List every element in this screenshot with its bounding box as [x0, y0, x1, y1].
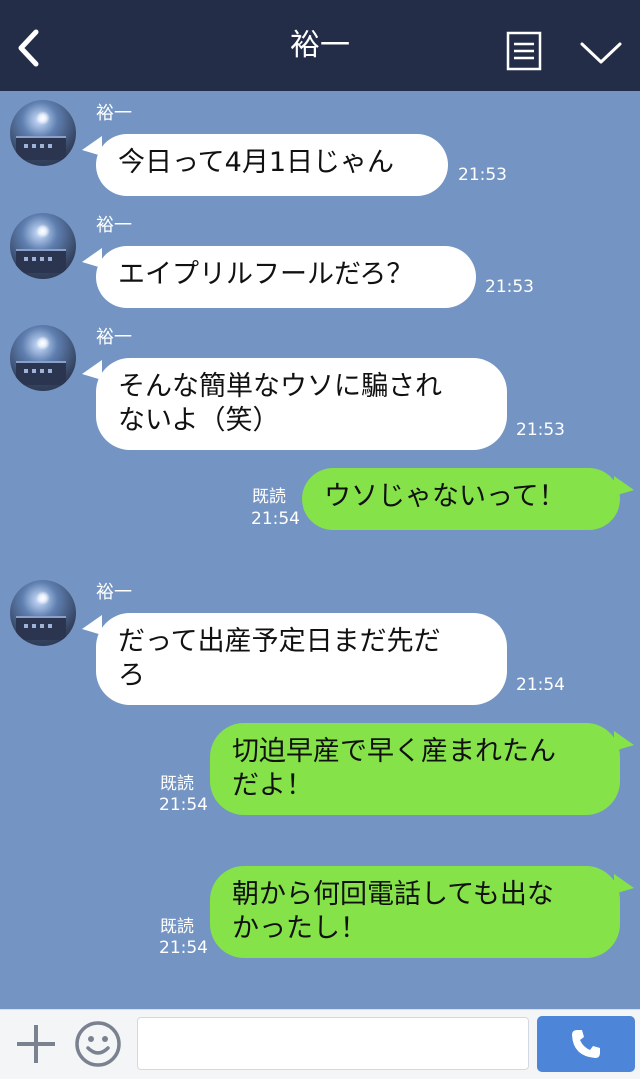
message-line: エイプリルフールだろ？	[118, 259, 414, 290]
phone-icon	[572, 1030, 600, 1058]
message-line: 朝から何回電話しても出な	[232, 879, 554, 910]
message-line: かったし！	[232, 913, 367, 944]
sender-name: 裕一	[96, 327, 132, 348]
message-time: 21:54	[516, 675, 565, 695]
message-time: 21:54	[251, 509, 300, 529]
message-line: だよ！	[232, 770, 313, 801]
outgoing-message-bubble[interactable]: ウソじゃないって！	[302, 468, 620, 530]
message-input[interactable]	[137, 1017, 529, 1070]
call-button[interactable]	[537, 1016, 635, 1072]
menu-button[interactable]	[506, 31, 542, 71]
sender-name: 裕一	[96, 103, 132, 124]
avatar[interactable]	[10, 213, 76, 279]
message-line: だって出産予定日まだ先だ	[118, 626, 441, 657]
message-time: 21:53	[458, 165, 507, 185]
message-time: 21:53	[516, 420, 565, 440]
message-line: ないよ（笑）	[118, 405, 280, 436]
outgoing-message-bubble[interactable]: 朝から何回電話しても出な かったし！	[210, 866, 620, 958]
chat-title: 裕一	[290, 28, 350, 63]
incoming-message-bubble[interactable]: 今日って4月1日じゃん	[96, 134, 448, 196]
avatar[interactable]	[10, 100, 76, 166]
chat-header: 裕一	[0, 0, 640, 91]
menu-list-icon	[506, 31, 542, 71]
incoming-message-bubble[interactable]: だって出産予定日まだ先だ ろ	[96, 613, 507, 705]
read-receipt: 既読	[252, 487, 286, 507]
read-receipt: 既読	[160, 917, 194, 937]
avatar[interactable]	[10, 325, 76, 391]
message-time: 21:53	[485, 277, 534, 297]
sender-name: 裕一	[96, 582, 132, 603]
message-line: ウソじゃないって！	[324, 481, 566, 512]
message-composer	[0, 1009, 640, 1079]
message-line: 切迫早産で早く産まれたん	[232, 736, 556, 767]
plus-icon	[17, 1025, 55, 1063]
collapse-button[interactable]	[578, 36, 624, 68]
message-time: 21:54	[159, 938, 208, 958]
emoji-button[interactable]	[74, 1020, 122, 1068]
bubble-tail	[614, 874, 634, 894]
read-receipt: 既読	[160, 774, 194, 794]
message-line: そんな簡単なウソに騙され	[118, 371, 442, 402]
incoming-message-bubble[interactable]: エイプリルフールだろ？	[96, 246, 476, 308]
sender-name: 裕一	[96, 215, 132, 236]
smiley-icon	[75, 1021, 121, 1067]
message-line: 今日って4月1日じゃん	[118, 147, 395, 178]
bubble-tail	[614, 476, 634, 496]
bubble-tail	[614, 731, 634, 751]
add-button[interactable]	[14, 1022, 58, 1066]
chevron-down-icon	[580, 42, 622, 64]
message-line: ろ	[118, 660, 145, 691]
outgoing-message-bubble[interactable]: 切迫早産で早く産まれたん だよ！	[210, 723, 620, 815]
message-time: 21:54	[159, 795, 208, 815]
message-list[interactable]: 裕一 今日って4月1日じゃん 21:53 裕一 エイプリルフールだろ？ 21:5…	[0, 91, 640, 1009]
avatar[interactable]	[10, 580, 76, 646]
incoming-message-bubble[interactable]: そんな簡単なウソに騙され ないよ（笑）	[96, 358, 507, 450]
